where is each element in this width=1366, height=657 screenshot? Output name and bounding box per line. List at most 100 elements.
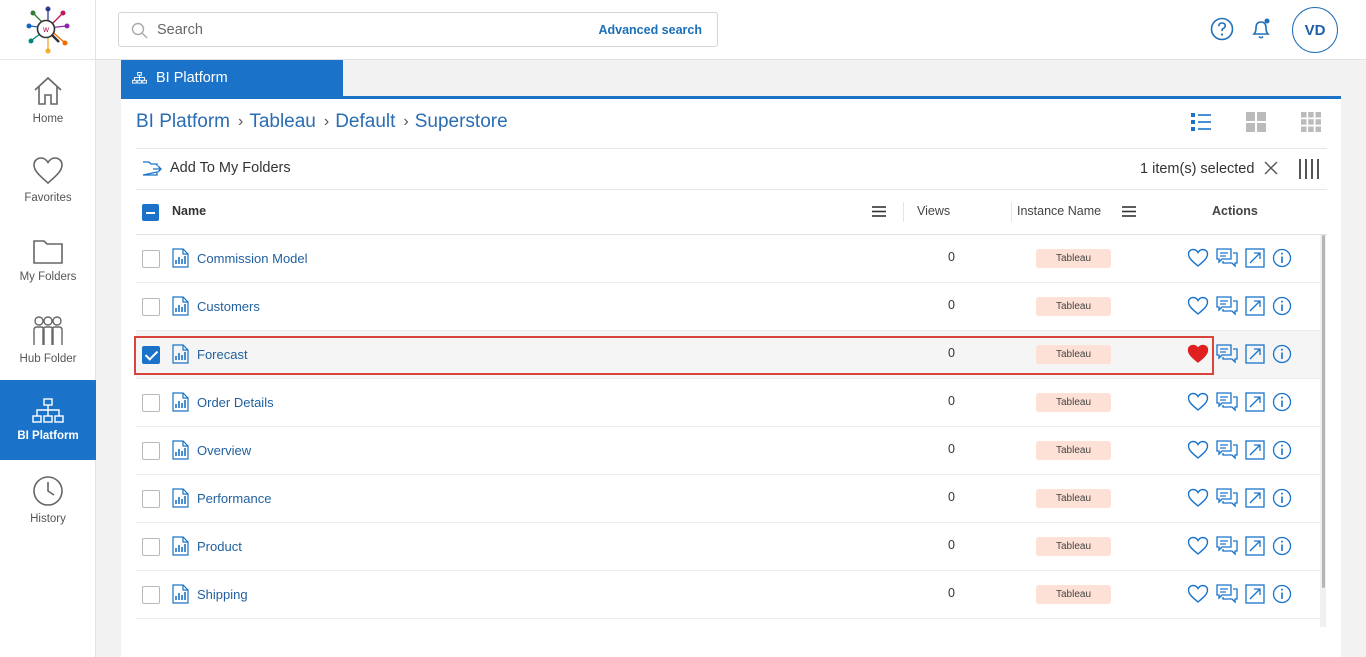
- list-view-icon[interactable]: [1190, 111, 1212, 133]
- help-icon[interactable]: [1210, 17, 1234, 41]
- report-name-link[interactable]: Customers: [197, 299, 260, 314]
- info-icon[interactable]: [1272, 488, 1292, 508]
- notification-bell-icon[interactable]: [1249, 17, 1273, 41]
- column-header-name[interactable]: Name: [172, 204, 206, 218]
- breadcrumb-item[interactable]: BI Platform: [136, 111, 230, 133]
- large-grid-view-icon[interactable]: [1245, 111, 1267, 133]
- comment-icon[interactable]: [1216, 248, 1238, 268]
- breadcrumb-item[interactable]: Tableau: [249, 111, 316, 133]
- column-divider: [903, 202, 904, 222]
- row-checkbox[interactable]: [142, 538, 160, 556]
- comment-icon[interactable]: [1216, 584, 1238, 604]
- people-icon: [33, 316, 63, 345]
- favorite-icon[interactable]: [1187, 488, 1209, 508]
- table-row[interactable]: Shipping 0 Tableau: [136, 571, 1321, 619]
- user-avatar[interactable]: VD: [1292, 7, 1338, 53]
- report-name-link[interactable]: Overview: [197, 443, 251, 458]
- table-row[interactable]: Order Details 0 Tableau: [136, 379, 1321, 427]
- open-external-icon[interactable]: [1245, 440, 1265, 460]
- report-name-link[interactable]: Product: [197, 539, 242, 554]
- table-header: Name Views Instance Name Actions: [136, 190, 1327, 235]
- tab-bi-platform[interactable]: BI Platform: [121, 60, 343, 96]
- row-checkbox[interactable]: [142, 442, 160, 460]
- info-icon[interactable]: [1272, 248, 1292, 268]
- row-checkbox[interactable]: [142, 346, 160, 364]
- open-external-icon[interactable]: [1245, 296, 1265, 316]
- column-header-actions: Actions: [1212, 204, 1258, 218]
- report-name-link[interactable]: Performance: [197, 491, 271, 506]
- favorite-icon[interactable]: [1187, 584, 1209, 604]
- row-checkbox[interactable]: [142, 250, 160, 268]
- search-input[interactable]: [157, 18, 577, 42]
- info-icon[interactable]: [1272, 536, 1292, 556]
- table-row[interactable]: Overview 0 Tableau: [136, 427, 1321, 475]
- comment-icon[interactable]: [1216, 440, 1238, 460]
- sidebar-item-my-folders[interactable]: My Folders: [0, 220, 96, 300]
- comment-icon[interactable]: [1216, 488, 1238, 508]
- open-external-icon[interactable]: [1245, 536, 1265, 556]
- open-external-icon[interactable]: [1245, 488, 1265, 508]
- table-body: Commission Model 0 Tableau Customers 0 T…: [136, 235, 1327, 625]
- report-icon: [172, 584, 189, 604]
- favorite-icon[interactable]: [1187, 440, 1209, 460]
- table-row[interactable]: Product 0 Tableau: [136, 523, 1321, 571]
- column-picker-icon[interactable]: [1298, 158, 1320, 180]
- favorite-icon[interactable]: [1187, 536, 1209, 556]
- comment-icon[interactable]: [1216, 344, 1238, 364]
- open-external-icon[interactable]: [1245, 344, 1265, 364]
- column-header-views[interactable]: Views: [917, 204, 950, 218]
- report-name-link[interactable]: Forecast: [197, 347, 248, 362]
- breadcrumb-item[interactable]: Superstore: [415, 111, 508, 133]
- favorite-icon[interactable]: [1187, 248, 1209, 268]
- table-row[interactable]: Commission Model 0 Tableau: [136, 235, 1321, 283]
- column-header-instance-name[interactable]: Instance Name: [1017, 204, 1101, 218]
- instance-badge: Tableau: [1036, 393, 1111, 412]
- table-row[interactable]: Forecast 0 Tableau: [136, 331, 1321, 379]
- table-row[interactable]: Customers 0 Tableau: [136, 283, 1321, 331]
- favorite-filled-icon[interactable]: [1187, 344, 1209, 364]
- app-logo[interactable]: w: [0, 0, 96, 60]
- add-to-my-folders-button[interactable]: Add To My Folders: [142, 160, 291, 176]
- top-bar: Advanced search VD: [96, 0, 1366, 60]
- favorite-icon[interactable]: [1187, 296, 1209, 316]
- sidebar-item-hub-folder[interactable]: Hub Folder: [0, 300, 96, 380]
- info-icon[interactable]: [1272, 392, 1292, 412]
- sidebar-item-home[interactable]: Home: [0, 60, 96, 140]
- advanced-search-link[interactable]: Advanced search: [598, 23, 702, 37]
- folder-move-icon: [142, 161, 162, 176]
- report-name-link[interactable]: Order Details: [197, 395, 274, 410]
- column-menu-icon[interactable]: [872, 206, 886, 217]
- row-checkbox[interactable]: [142, 586, 160, 604]
- open-external-icon[interactable]: [1245, 584, 1265, 604]
- sidebar-item-bi-platform[interactable]: BI Platform: [0, 380, 96, 460]
- sidebar-item-favorites[interactable]: Favorites: [0, 140, 96, 220]
- report-name-link[interactable]: Commission Model: [197, 251, 308, 266]
- tab-strip: BI Platform: [121, 60, 1341, 99]
- row-checkbox[interactable]: [142, 394, 160, 412]
- small-grid-view-icon[interactable]: [1300, 111, 1322, 133]
- report-icon: [172, 536, 189, 556]
- sidebar-item-history[interactable]: History: [0, 460, 96, 540]
- column-menu-icon[interactable]: [1122, 206, 1136, 217]
- comment-icon[interactable]: [1216, 536, 1238, 556]
- row-checkbox[interactable]: [142, 298, 160, 316]
- scrollbar-thumb[interactable]: [1322, 235, 1325, 588]
- select-all-checkbox[interactable]: [142, 204, 159, 221]
- views-count: 0: [948, 394, 955, 408]
- comment-icon[interactable]: [1216, 392, 1238, 412]
- info-icon[interactable]: [1272, 344, 1292, 364]
- info-icon[interactable]: [1272, 296, 1292, 316]
- open-external-icon[interactable]: [1245, 248, 1265, 268]
- table-row[interactable]: Performance 0 Tableau: [136, 475, 1321, 523]
- breadcrumb-item[interactable]: Default: [335, 111, 395, 133]
- info-icon[interactable]: [1272, 440, 1292, 460]
- report-name-link[interactable]: Shipping: [197, 587, 248, 602]
- comment-icon[interactable]: [1216, 296, 1238, 316]
- sidebar-item-label: BI Platform: [17, 430, 79, 442]
- clock-icon: [33, 476, 63, 506]
- favorite-icon[interactable]: [1187, 392, 1209, 412]
- row-checkbox[interactable]: [142, 490, 160, 508]
- info-icon[interactable]: [1272, 584, 1292, 604]
- open-external-icon[interactable]: [1245, 392, 1265, 412]
- close-icon[interactable]: [1264, 161, 1278, 175]
